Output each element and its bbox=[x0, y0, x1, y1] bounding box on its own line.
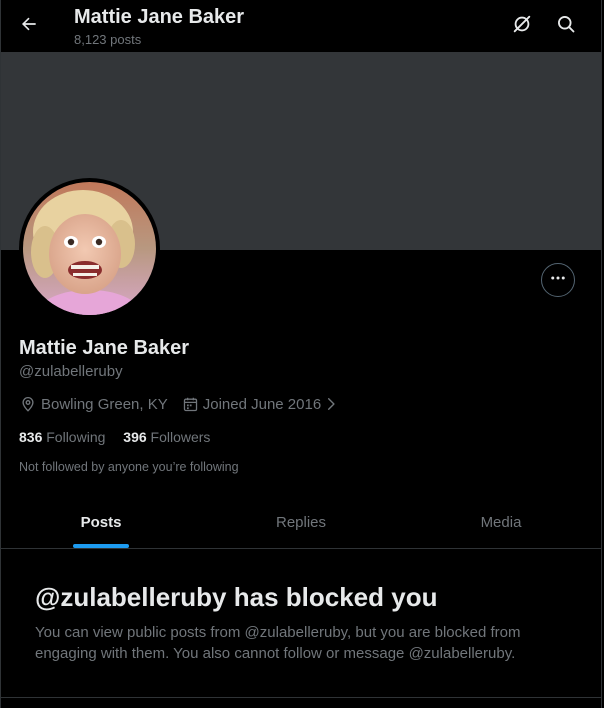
tab-replies[interactable]: Replies bbox=[201, 497, 401, 548]
tab-media[interactable]: Media bbox=[401, 497, 601, 548]
profile-header: Mattie Jane Baker 8,123 posts bbox=[1, 0, 601, 52]
user-handle: @zulabelleruby bbox=[19, 363, 123, 380]
followers-link[interactable]: 396 Followers bbox=[123, 429, 210, 445]
tab-posts[interactable]: Posts bbox=[1, 497, 201, 548]
header-title: Mattie Jane Baker bbox=[74, 6, 245, 28]
location-text: Bowling Green, KY bbox=[41, 395, 168, 413]
joined-date[interactable]: Joined June 2016 bbox=[182, 396, 338, 413]
following-count: 836 bbox=[19, 429, 43, 445]
followers-label: Followers bbox=[150, 429, 211, 445]
blocked-title: @zulabelleruby has blocked you bbox=[35, 582, 438, 612]
following-link[interactable]: 836 Following bbox=[19, 429, 109, 445]
grok-icon bbox=[511, 13, 533, 40]
profile-page: Mattie Jane Baker 8,123 posts Mattie Jan… bbox=[0, 0, 602, 708]
profile-tabs: Posts Replies Media bbox=[1, 497, 601, 549]
tab-label: Posts bbox=[80, 514, 122, 531]
more-options-button[interactable] bbox=[541, 263, 575, 297]
more-horizontal-icon bbox=[549, 269, 567, 292]
tab-label: Media bbox=[480, 514, 522, 531]
grok-button[interactable] bbox=[503, 7, 541, 45]
tab-label: Replies bbox=[275, 514, 327, 531]
back-button[interactable] bbox=[10, 7, 48, 45]
post-count: 8,123 posts bbox=[74, 32, 142, 47]
joined-text: Joined June 2016 bbox=[202, 395, 322, 413]
active-tab-indicator bbox=[73, 544, 129, 548]
chevron-right-icon bbox=[324, 397, 338, 411]
arrow-left-icon bbox=[19, 14, 39, 39]
blocked-description: You can view public posts from @zulabell… bbox=[35, 624, 521, 662]
avatar[interactable] bbox=[19, 178, 160, 319]
calendar-icon bbox=[182, 396, 199, 413]
search-button[interactable] bbox=[547, 7, 585, 45]
location-pin-icon bbox=[19, 395, 37, 413]
profile-meta: Bowling Green, KY Joined June 2016 bbox=[19, 395, 338, 413]
avatar-image bbox=[23, 182, 156, 315]
followers-count: 396 bbox=[123, 429, 147, 445]
divider bbox=[1, 697, 601, 698]
not-followed-notice: Not followed by anyone you’re following bbox=[19, 460, 239, 474]
display-name: Mattie Jane Baker bbox=[19, 337, 190, 359]
following-label: Following bbox=[46, 429, 106, 445]
follow-stats: 836 Following 396 Followers bbox=[19, 429, 224, 445]
search-icon bbox=[556, 14, 576, 39]
